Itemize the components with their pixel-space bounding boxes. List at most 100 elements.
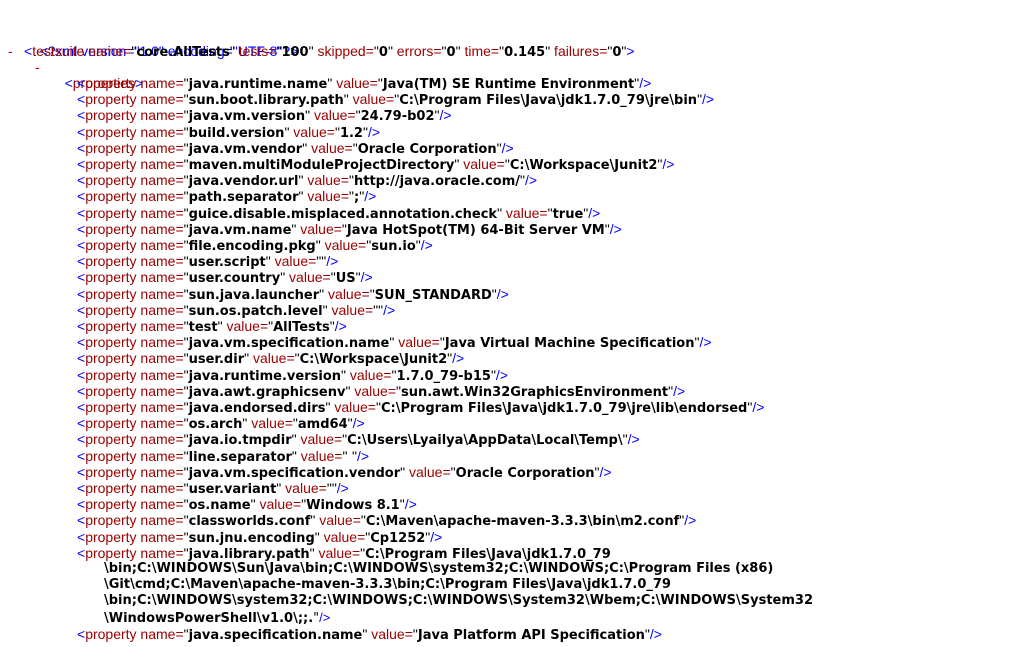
property-value: AllTests bbox=[273, 320, 330, 335]
property-value: sun.io bbox=[371, 239, 416, 254]
testsuite-attr-name: errors= bbox=[392, 43, 442, 59]
property-value: C:\Program Files\Java\jdk1.7.0_79 bbox=[365, 547, 611, 562]
property-row: <property name="user.country" value="US"… bbox=[77, 269, 373, 286]
property-value: 1.7.0_79-b15 bbox=[396, 369, 491, 384]
property-row: <property name="java.specification.name"… bbox=[77, 626, 662, 643]
property-name: user.script bbox=[188, 255, 266, 270]
property-name: maven.multiModuleProjectDirectory bbox=[188, 158, 455, 173]
property-name: java.io.tmpdir bbox=[188, 433, 292, 448]
property-tag: property bbox=[85, 318, 137, 334]
testsuite-attr-name: name= bbox=[84, 43, 132, 59]
property-tag: property bbox=[85, 107, 137, 123]
property-tag: property bbox=[85, 545, 137, 561]
property-tag: property bbox=[85, 156, 137, 172]
property-value: 24.79-b02 bbox=[360, 109, 435, 124]
property-tag: property bbox=[85, 350, 137, 366]
property-value: Cp1252 bbox=[370, 531, 426, 546]
property-tag: property bbox=[85, 383, 137, 399]
property-tag: property bbox=[85, 221, 137, 237]
property-name: java.runtime.version bbox=[188, 369, 342, 384]
property-tag: property bbox=[85, 448, 137, 464]
testsuite-collapse-toggle[interactable]: - bbox=[8, 43, 13, 59]
property-value: C:\Users\Lyailya\AppData\Local\Temp\ bbox=[347, 433, 623, 448]
property-value-continuation: \bin;C:\WINDOWS\system32;C:\WINDOWS;C:\W… bbox=[104, 593, 814, 608]
property-row: <property name="java.vm.version" value="… bbox=[77, 107, 452, 124]
property-value: C:\Maven\apache-maven-3.3.3\bin\m2.conf bbox=[365, 514, 680, 529]
property-value-continuation: \bin;C:\WINDOWS\Sun\Java\bin;C:\WINDOWS\… bbox=[104, 561, 774, 576]
property-row: <property name="classworlds.conf" value=… bbox=[77, 512, 697, 529]
property-tag: property bbox=[85, 302, 137, 318]
property-tag: property bbox=[85, 399, 137, 415]
property-tag: property bbox=[85, 124, 137, 140]
property-value: C:\Workspace\Junit2 bbox=[509, 158, 658, 173]
property-tag: property bbox=[85, 464, 137, 480]
property-value: SUN_STANDARD bbox=[374, 288, 492, 303]
property-name: sun.java.launcher bbox=[188, 288, 320, 303]
property-name: file.encoding.pkg bbox=[188, 239, 316, 254]
property-value: 1.2 bbox=[339, 126, 363, 141]
property-name: test bbox=[188, 320, 218, 335]
property-tag: property bbox=[85, 415, 137, 431]
property-name: java.runtime.name bbox=[188, 77, 328, 92]
property-value: C:\Program Files\Java\jdk1.7.0_79\jre\li… bbox=[380, 401, 748, 416]
property-name: java.vm.version bbox=[188, 109, 306, 124]
property-tag: property bbox=[85, 253, 137, 269]
property-value: amd64 bbox=[297, 417, 348, 432]
property-name: java.specification.name bbox=[188, 628, 363, 643]
property-name: path.separator bbox=[188, 190, 299, 205]
property-value: Java(TM) SE Runtime Environment bbox=[382, 77, 635, 92]
testsuite-attr-value: 0 bbox=[378, 45, 388, 60]
property-tag: property bbox=[85, 140, 137, 156]
property-tag: property bbox=[85, 496, 137, 512]
property-name: sun.os.patch.level bbox=[188, 304, 323, 319]
property-tag: property bbox=[85, 626, 137, 642]
property-tag: property bbox=[85, 334, 137, 350]
property-row: <property name="user.dir" value="C:\Work… bbox=[77, 350, 465, 367]
testsuite-attr-value: core.AllTests bbox=[136, 45, 230, 60]
property-name: os.arch bbox=[188, 417, 243, 432]
property-tag: property bbox=[85, 480, 137, 496]
testsuite-attr-name: failures= bbox=[550, 43, 608, 59]
testsuite-tag: testsuite bbox=[32, 43, 85, 59]
property-value-continuation: \Git\cmd;C:\Maven\apache-maven-3.3.3\bin… bbox=[104, 577, 671, 592]
property-tag: property bbox=[85, 188, 137, 204]
property-name: sun.boot.library.path bbox=[188, 93, 344, 108]
property-tag: property bbox=[85, 512, 137, 528]
property-tag: property bbox=[85, 75, 137, 91]
property-name: line.separator bbox=[188, 450, 292, 465]
property-value: Windows 8.1 bbox=[306, 498, 400, 513]
property-tag: property bbox=[85, 269, 137, 285]
property-row: <property name="path.separator" value=";… bbox=[77, 188, 377, 205]
property-name: java.library.path bbox=[188, 547, 310, 562]
property-value: US bbox=[335, 271, 356, 286]
property-row: <property name="java.io.tmpdir" value="C… bbox=[77, 431, 640, 448]
property-name: user.dir bbox=[188, 352, 245, 367]
property-value: Oracle Corporation bbox=[455, 466, 595, 481]
property-tag: property bbox=[85, 431, 137, 447]
property-name: java.endorsed.dirs bbox=[188, 401, 326, 416]
property-value-continuation: \WindowsPowerShell\v1.0\;;."/> bbox=[104, 610, 331, 626]
property-tag: property bbox=[85, 529, 137, 545]
xml-viewer: <?xml version="1.0" encoding="UTF-8"?> -… bbox=[0, 0, 1017, 647]
property-tag: property bbox=[85, 205, 137, 221]
properties-collapse-toggle[interactable]: - bbox=[35, 59, 40, 75]
property-name: java.vendor.url bbox=[188, 174, 299, 189]
property-value: C:\Program Files\Java\jdk1.7.0_79\jre\bi… bbox=[399, 93, 698, 108]
testsuite-attr-name: skipped= bbox=[313, 43, 374, 59]
property-name: sun.jnu.encoding bbox=[188, 531, 315, 546]
property-value: Java HotSpot(TM) 64-Bit Server VM bbox=[346, 223, 605, 238]
property-tag: property bbox=[85, 367, 137, 383]
property-tag: property bbox=[85, 237, 137, 253]
property-value: Oracle Corporation bbox=[357, 142, 497, 157]
testsuite-attr-value: 100 bbox=[281, 45, 309, 60]
property-value: http://java.oracle.com/ bbox=[353, 174, 521, 189]
testsuite-attr-value: 0.145 bbox=[504, 45, 546, 60]
property-tag: property bbox=[85, 172, 137, 188]
property-name: build.version bbox=[188, 126, 285, 141]
property-name: java.awt.graphicsenv bbox=[188, 385, 346, 400]
testsuite-attr-name: time= bbox=[460, 43, 500, 59]
property-value: C:\Workspace\Junit2 bbox=[299, 352, 448, 367]
property-value: Java Platform API Specification bbox=[417, 628, 645, 643]
testsuite-attr-value: 0 bbox=[446, 45, 456, 60]
property-value: true bbox=[552, 207, 584, 222]
